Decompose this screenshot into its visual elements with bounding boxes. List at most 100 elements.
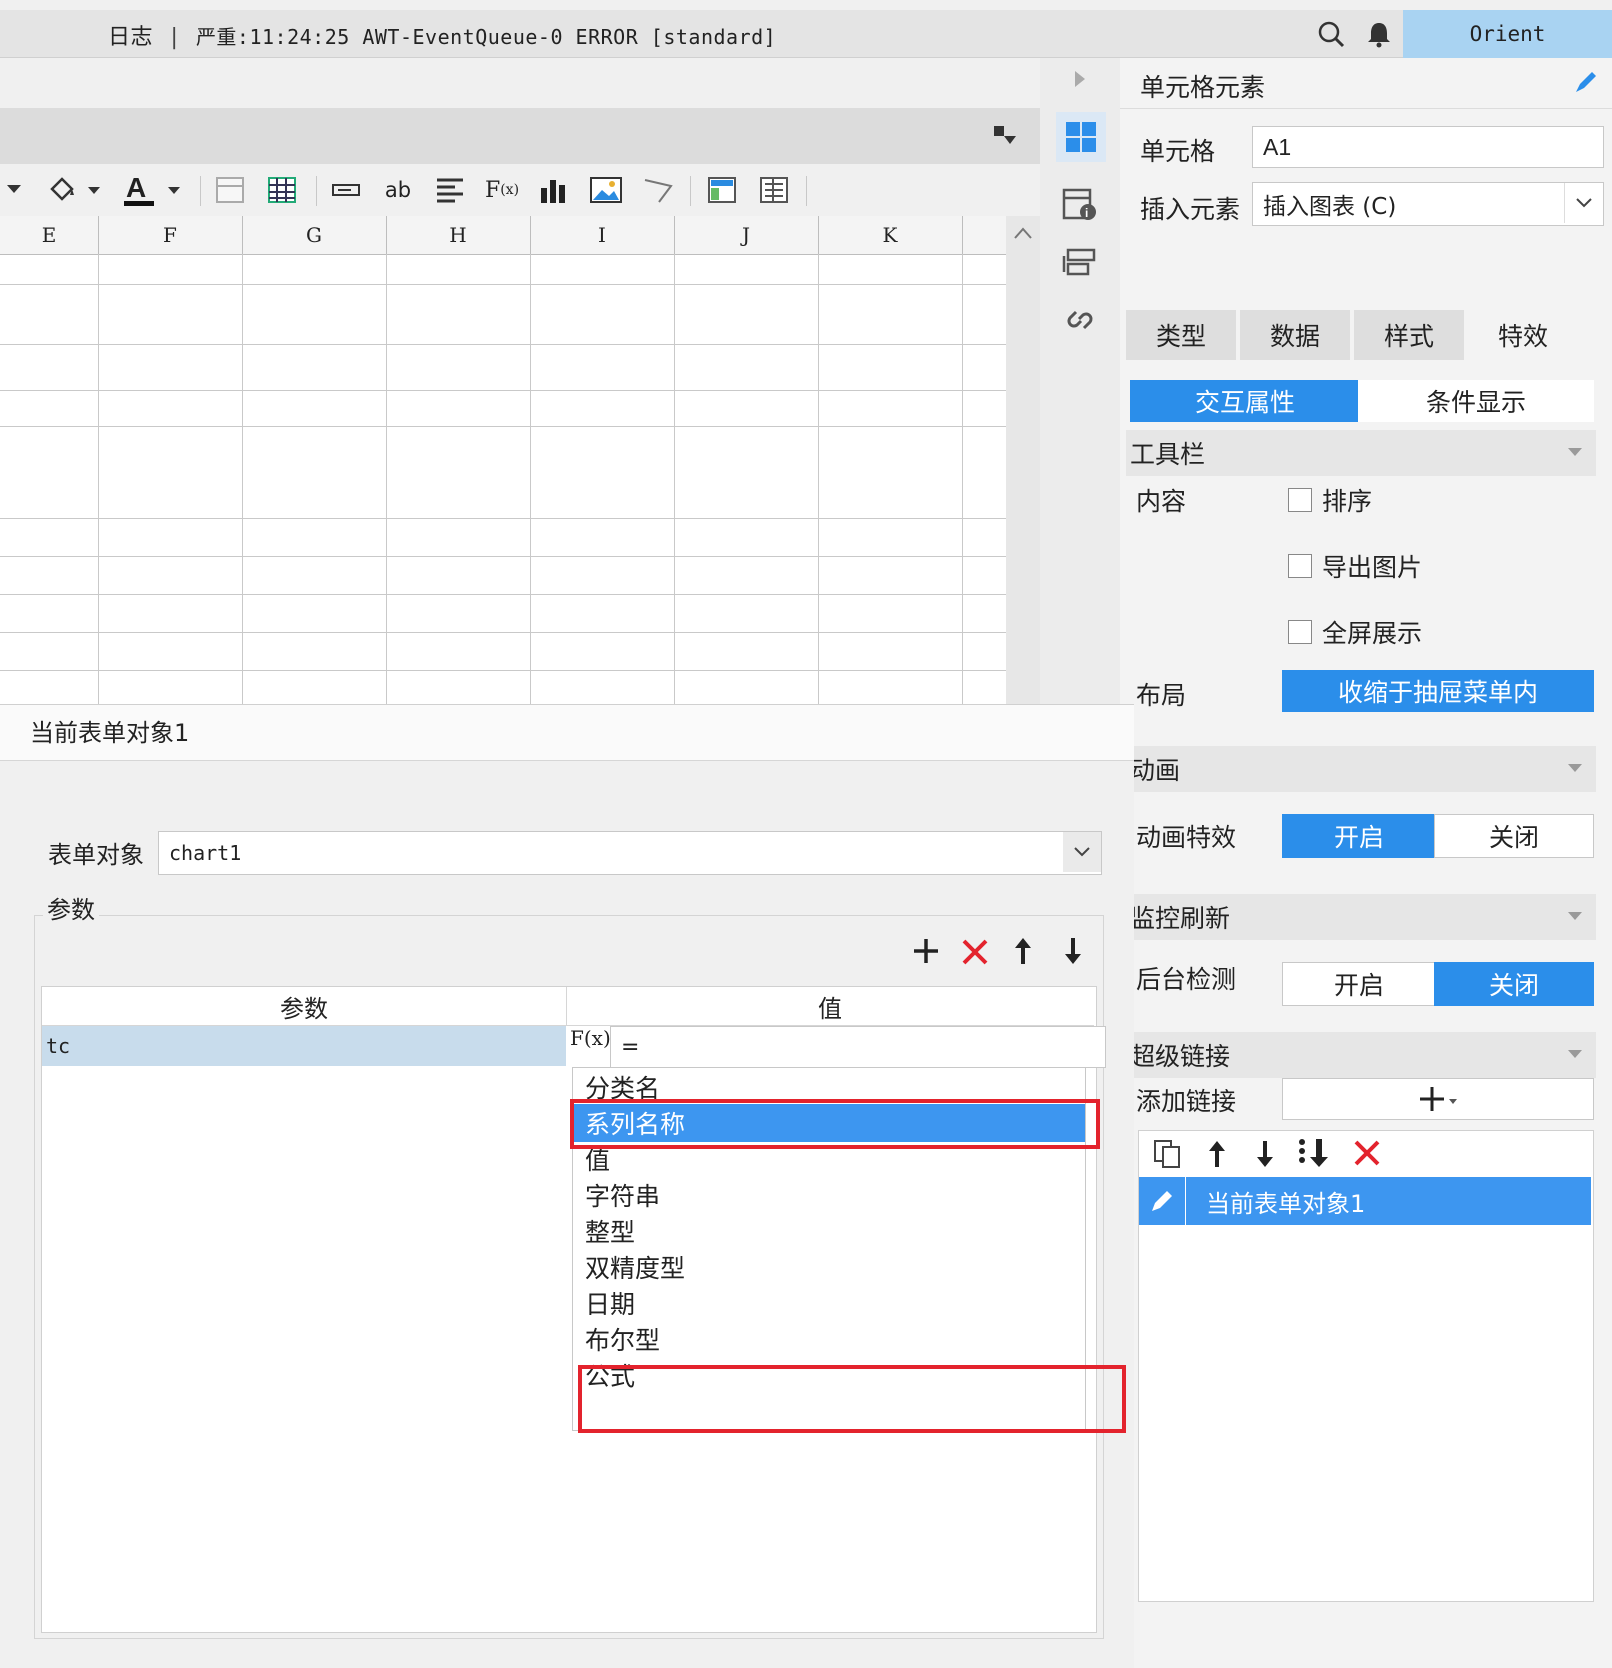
tab-effects[interactable]: 特效: [1468, 310, 1578, 360]
move-up-icon[interactable]: [1011, 936, 1035, 970]
move-down-icon[interactable]: [1253, 1139, 1277, 1173]
chevron-down-icon[interactable]: [1564, 183, 1603, 223]
content-label: 内容: [1136, 487, 1187, 516]
slash-icon[interactable]: [640, 172, 676, 208]
dropdown-item-double[interactable]: 双精度型: [573, 1248, 1085, 1286]
checkbox-fullscreen[interactable]: 全屏展示: [1288, 614, 1422, 650]
column-header-e[interactable]: E: [0, 216, 99, 254]
chart-icon[interactable]: [536, 172, 572, 208]
checkbox-export-image[interactable]: 导出图片: [1288, 548, 1422, 584]
widget-icon[interactable]: [1062, 248, 1098, 282]
tab-data[interactable]: 数据: [1240, 310, 1350, 360]
edit-pencil-icon[interactable]: [1572, 70, 1598, 100]
cell-element-icon[interactable]: [1056, 112, 1106, 162]
side-icon-strip: i: [1040, 58, 1120, 704]
backend-on-button[interactable]: 开启: [1282, 962, 1436, 1006]
dropdown-item-date[interactable]: 日期: [573, 1284, 1085, 1322]
text-ab-icon[interactable]: ab: [380, 172, 416, 208]
fx-toggle-button[interactable]: F(x): [566, 1026, 614, 1066]
formula-icon[interactable]: F (x): [480, 172, 524, 208]
vertical-scrollbar[interactable]: [1006, 216, 1040, 704]
dropdown-item-integer[interactable]: 整型: [573, 1212, 1085, 1250]
tab-style[interactable]: 样式: [1354, 310, 1464, 360]
add-link-button[interactable]: [1282, 1078, 1594, 1120]
checkbox-box[interactable]: [1288, 554, 1312, 578]
image-icon[interactable]: [588, 172, 624, 208]
checkbox-box[interactable]: [1288, 488, 1312, 512]
tab-conditional-display[interactable]: 条件显示: [1358, 380, 1594, 422]
svg-text:A: A: [126, 173, 146, 203]
tab-type[interactable]: 类型: [1126, 310, 1236, 360]
column-header-j[interactable]: J: [674, 216, 819, 254]
user-name[interactable]: Orient: [1403, 10, 1612, 58]
param-name-cell[interactable]: tc: [42, 1026, 566, 1066]
delete-icon[interactable]: [961, 938, 989, 970]
search-icon[interactable]: [1317, 20, 1345, 48]
table-icon[interactable]: [264, 172, 300, 208]
animation-off-button[interactable]: 关闭: [1434, 814, 1594, 858]
collapse-caret-icon[interactable]: [1568, 764, 1582, 772]
collapse-caret-icon[interactable]: [1568, 1050, 1582, 1058]
text-field-icon[interactable]: [328, 172, 364, 208]
collapse-caret-icon[interactable]: [1568, 912, 1582, 920]
dropdown-arrow-icon[interactable]: [4, 172, 24, 208]
column-header-i[interactable]: I: [530, 216, 675, 254]
checkbox-sort[interactable]: 排序: [1288, 482, 1372, 518]
hyperlink-section-header[interactable]: 超级链接: [1126, 1032, 1596, 1078]
dropdown-item-string[interactable]: 字符串: [573, 1176, 1085, 1214]
column-header-h[interactable]: H: [386, 216, 531, 254]
border-icon[interactable]: [212, 172, 248, 208]
spreadsheet-grid[interactable]: E F G H I J K: [0, 216, 1006, 704]
edit-pencil-icon[interactable]: [1139, 1177, 1186, 1225]
log-label: 日志: [108, 25, 154, 50]
param-value-input[interactable]: =: [610, 1026, 1106, 1068]
column-header-k[interactable]: K: [818, 216, 963, 254]
link-icon[interactable]: [1062, 302, 1098, 342]
checkbox-box[interactable]: [1288, 620, 1312, 644]
backend-off-button[interactable]: 关闭: [1434, 962, 1594, 1006]
top-bar: 日志 | 严重:11:24:25 AWT-EventQueue-0 ERROR …: [0, 10, 1612, 58]
hyperlink-dialog: 当前表单对象1 表单对象 chart1 参数 参数 值 tc F(x) = 分类…: [0, 704, 1134, 1668]
sort-icon[interactable]: [1297, 1137, 1331, 1173]
layout-select[interactable]: 收缩于抽屉菜单内: [1282, 670, 1594, 712]
animation-on-button[interactable]: 开启: [1282, 814, 1436, 858]
monitor-section-header[interactable]: 监控刷新: [1126, 894, 1596, 940]
cell-attribute-icon[interactable]: i: [1062, 186, 1098, 226]
blank-area: [0, 58, 1040, 108]
toolbar-section-header[interactable]: 工具栏: [1126, 430, 1596, 476]
align-icon[interactable]: [432, 172, 468, 208]
column-header-f[interactable]: F: [98, 216, 243, 254]
cell-input[interactable]: A1: [1252, 126, 1604, 168]
move-down-icon[interactable]: [1061, 936, 1085, 970]
animation-effect-label: 动画特效: [1136, 823, 1237, 852]
list-icon[interactable]: [756, 172, 792, 208]
animation-section-header[interactable]: 动画: [1126, 746, 1596, 792]
link-list-item[interactable]: 当前表单对象1: [1139, 1177, 1591, 1225]
backend-check-label: 后台检测: [1136, 965, 1237, 994]
table-header: 参数 值: [42, 987, 1094, 1026]
copy-icon[interactable]: [1153, 1139, 1183, 1173]
highlight-box-formula: [578, 1365, 1126, 1433]
layout-icon[interactable]: [704, 172, 740, 208]
column-header-g[interactable]: G: [242, 216, 387, 254]
cell-element-panel: 单元格元素 单元格 A1 插入元素 插入图表 (C) 类型 数据 样式 特效 交…: [1120, 58, 1612, 1668]
form-object-select[interactable]: chart1: [158, 831, 1102, 875]
add-icon[interactable]: [913, 938, 939, 968]
fx-label: F(x): [570, 1026, 611, 1050]
dropdown-item-boolean[interactable]: 布尔型: [573, 1320, 1085, 1358]
log-bar[interactable]: 日志 | 严重:11:24:25 AWT-EventQueue-0 ERROR …: [108, 19, 776, 51]
tab-interaction-attributes[interactable]: 交互属性: [1130, 380, 1360, 422]
fill-color-icon[interactable]: [44, 172, 104, 208]
collapse-caret-icon[interactable]: [1568, 448, 1582, 456]
font-color-icon[interactable]: A: [120, 172, 184, 208]
scroll-up-icon[interactable]: [1014, 224, 1032, 243]
move-up-icon[interactable]: [1205, 1139, 1229, 1173]
collapse-icon[interactable]: [992, 124, 1018, 152]
delete-icon[interactable]: [1353, 1139, 1381, 1171]
expand-arrow-icon[interactable]: [1074, 70, 1086, 92]
bell-icon[interactable]: [1365, 20, 1393, 48]
insert-element-select[interactable]: 插入图表 (C): [1252, 182, 1604, 226]
column-header-row: E F G H I J K: [0, 216, 1006, 255]
chevron-down-icon[interactable]: [1063, 832, 1101, 872]
hyperlink-section-label: 超级链接: [1130, 1042, 1231, 1071]
